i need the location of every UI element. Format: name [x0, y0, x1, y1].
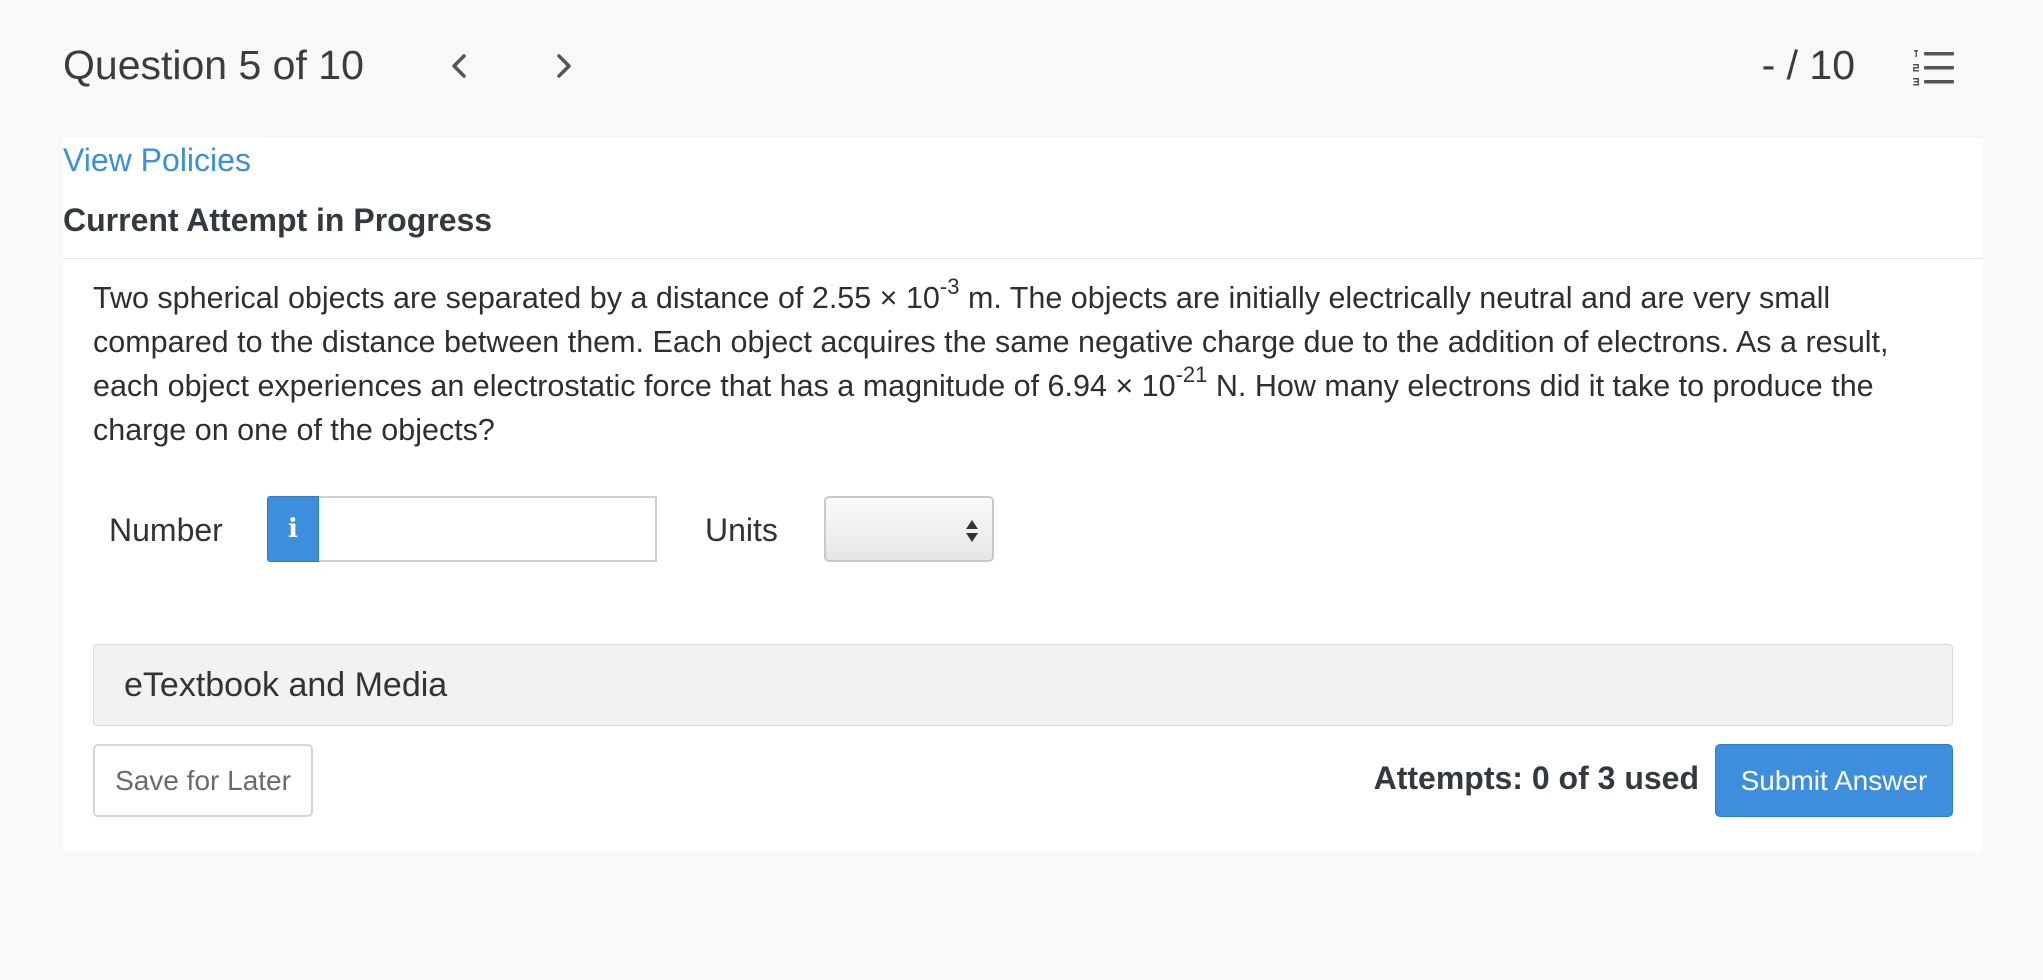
question-card: View Policies Current Attempt in Progres… [63, 138, 1983, 852]
attempts-counter: Attempts: 0 of 3 used [1373, 760, 1699, 796]
number-label: Number [109, 512, 223, 548]
info-button[interactable]: i [267, 496, 319, 562]
save-for-later-button[interactable]: Save for Later [93, 744, 313, 817]
chevron-right-icon [557, 54, 571, 78]
question-header: Question 5 of 10 - / 10 [0, 0, 2043, 138]
question-text-part-1: Two spherical objects are separated by a… [93, 281, 940, 315]
etextbook-media-panel[interactable]: eTextbook and Media [93, 644, 1953, 726]
etextbook-media-label: eTextbook and Media [124, 666, 448, 704]
numbered-list-icon [1913, 50, 1954, 86]
exponent-2: -21 [1175, 361, 1208, 387]
chevron-left-icon [452, 54, 466, 78]
view-policies-link[interactable]: View Policies [63, 140, 251, 180]
question-text: Two spherical objects are separated by a… [93, 273, 1963, 452]
answer-row: Number i Units [93, 496, 1093, 566]
divider [63, 258, 1983, 259]
info-icon: i [288, 514, 298, 544]
select-arrows-icon [966, 520, 978, 542]
question-list-button[interactable] [1912, 48, 1956, 88]
number-input[interactable] [319, 496, 657, 562]
exponent-1: -3 [939, 273, 960, 299]
score-display: - / 10 [1761, 42, 1855, 88]
submit-answer-button[interactable]: Submit Answer [1715, 744, 1953, 817]
attempt-heading: Current Attempt in Progress [63, 202, 493, 238]
question-counter: Question 5 of 10 [63, 42, 364, 88]
previous-question-button[interactable] [440, 46, 480, 86]
next-question-button[interactable] [543, 46, 583, 86]
units-select[interactable] [824, 496, 994, 562]
units-label: Units [705, 512, 778, 548]
